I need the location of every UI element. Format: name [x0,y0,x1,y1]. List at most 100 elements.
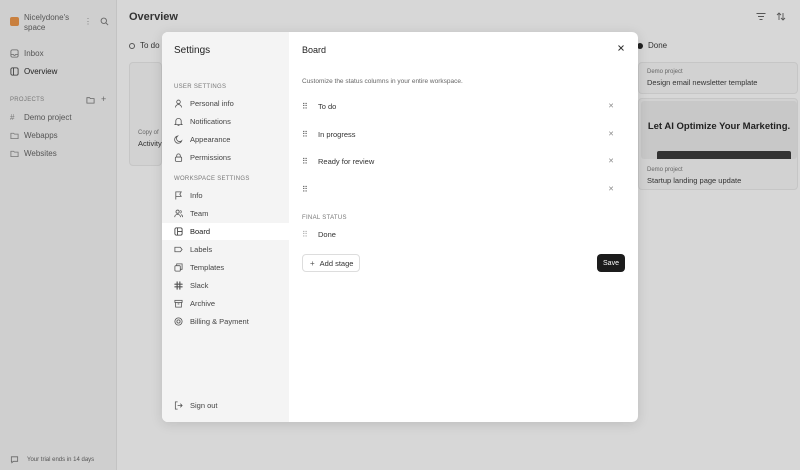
filter-icon[interactable] [756,12,766,21]
sidebar-item-label: Webapps [24,131,58,140]
card-preview-image: Let AI Optimize Your Marketing. [641,101,797,159]
status-circle-icon [129,42,135,49]
moon-icon [174,135,183,144]
workspace-switcher[interactable]: Nicelydone's space [10,13,74,33]
chat-icon [10,456,19,464]
settings-item-archive[interactable]: Archive [162,295,289,312]
remove-stage-icon[interactable]: ✕ [608,185,614,193]
sidebar-item-label: Websites [24,149,57,158]
board-icon [10,67,19,76]
stage-row[interactable]: ⠿ ✕ [302,181,627,197]
settings-title: Settings [174,45,211,56]
stage-name[interactable]: Ready for review [318,157,374,166]
sidebar-item-inbox[interactable]: Inbox [10,49,44,58]
settings-item-billing[interactable]: Billing & Payment [162,313,289,330]
task-card[interactable]: Let AI Optimize Your Marketing. Demo pro… [638,98,798,190]
app-sidebar: Nicelydone's space ⋮ Inbox Overview PROJ… [0,0,117,470]
drag-handle-icon[interactable]: ⠿ [302,185,312,194]
column-label: To do [140,41,160,50]
drag-handle-icon[interactable]: ⠿ [302,130,312,139]
billing-icon [174,317,183,326]
preview-heading: Let AI Optimize Your Marketing. [647,121,791,132]
drag-handle-icon[interactable]: ⠿ [302,157,312,166]
final-status-heading: FINAL STATUS [302,215,347,221]
settings-item-label: Permissions [190,153,231,162]
stage-row[interactable]: ⠿ To do ✕ [302,98,627,114]
settings-item-permissions[interactable]: Permissions [162,149,289,166]
board-settings-panel: Board Customize the status columns in yo… [289,32,638,422]
workspace-name: Nicelydone's space [24,13,70,32]
flag-icon [175,191,182,200]
settings-item-info[interactable]: Info [162,187,289,204]
settings-item-appearance[interactable]: Appearance [162,131,289,148]
remove-stage-icon[interactable]: ✕ [608,157,614,165]
settings-item-notifications[interactable]: Notifications [162,113,289,130]
sidebar-project-websites[interactable]: Websites [10,149,57,158]
sidebar-item-overview[interactable]: Overview [10,67,57,76]
settings-item-label: Slack [190,281,209,290]
team-icon [174,209,183,218]
card-project: Demo project [647,69,683,75]
settings-item-label: Board [190,227,211,236]
stage-row[interactable]: ⠿ In progress ✕ [302,126,627,142]
save-button[interactable]: Save [597,254,625,272]
task-card[interactable]: Demo project Design email newsletter tem… [638,62,798,94]
sidebar-item-label: Overview [24,67,58,76]
more-icon[interactable]: ⋮ [84,17,92,26]
inbox-icon [10,49,19,58]
settings-item-label: Notifications [190,117,231,126]
settings-item-label: Templates [190,263,225,272]
sidebar-project-demo[interactable]: # Demo project [10,113,72,122]
card-title: Startup landing page update [647,176,742,185]
settings-item-board[interactable]: Board [162,223,289,240]
close-icon[interactable] [617,44,625,54]
sign-out-label: Sign out [190,401,218,410]
stage-row[interactable]: ⠿ Ready for review ✕ [302,153,627,169]
card-project: Copy of [138,130,159,136]
settings-item-team[interactable]: Team [162,205,289,222]
trial-notice[interactable]: Your trial ends in 14 days [10,455,94,464]
drag-handle-icon: ⠿ [302,229,308,239]
add-stage-label: Add stage [319,258,354,268]
folder-icon [10,150,19,158]
column-header-todo: To do [129,41,160,50]
stage-name[interactable]: To do [318,102,336,111]
settings-item-label: Archive [190,299,216,308]
panel-title: Board [302,45,327,55]
hash-icon: # [10,113,15,122]
final-stage-row: ⠿ Done [302,226,627,242]
settings-item-templates[interactable]: Templates [162,259,289,276]
sidebar-project-webapps[interactable]: Webapps [10,131,58,140]
panel-description: Customize the status columns in your ent… [302,78,463,85]
remove-stage-icon[interactable]: ✕ [608,102,614,110]
search-icon[interactable] [100,17,109,28]
folder-icon [10,132,19,140]
trial-text: Your trial ends in 14 days [27,456,95,463]
settings-item-slack[interactable]: Slack [162,277,289,294]
remove-stage-icon[interactable]: ✕ [608,130,614,138]
sort-icon[interactable] [776,12,786,21]
add-project-icon[interactable]: + [101,95,106,104]
card-title: Activity [138,139,162,148]
drag-handle-icon[interactable]: ⠿ [302,102,312,111]
plus-icon: + [310,258,315,268]
settings-item-labels[interactable]: Labels [162,241,289,258]
settings-item-label: Info [190,191,203,200]
settings-item-label: Team [190,209,209,218]
task-card[interactable]: Copy of Activity [129,62,162,166]
archive-icon [174,299,183,308]
stage-name[interactable]: In progress [318,130,356,139]
page-title: Overview [129,11,178,23]
settings-item-label: Labels [190,245,213,254]
lock-icon [174,153,183,162]
user-icon [174,99,183,108]
sign-out-button[interactable]: Sign out [162,397,289,414]
new-folder-icon[interactable] [86,95,95,104]
settings-modal: Settings USER SETTINGS Personal info Not… [162,32,638,422]
stage-name[interactable]: Done [318,230,336,239]
card-title: Design email newsletter template [647,78,758,87]
settings-sidebar: Settings USER SETTINGS Personal info Not… [162,32,289,422]
settings-item-personal-info[interactable]: Personal info [162,95,289,112]
sidebar-item-label: Inbox [24,49,44,58]
add-stage-button[interactable]: + Add stage [302,254,360,272]
